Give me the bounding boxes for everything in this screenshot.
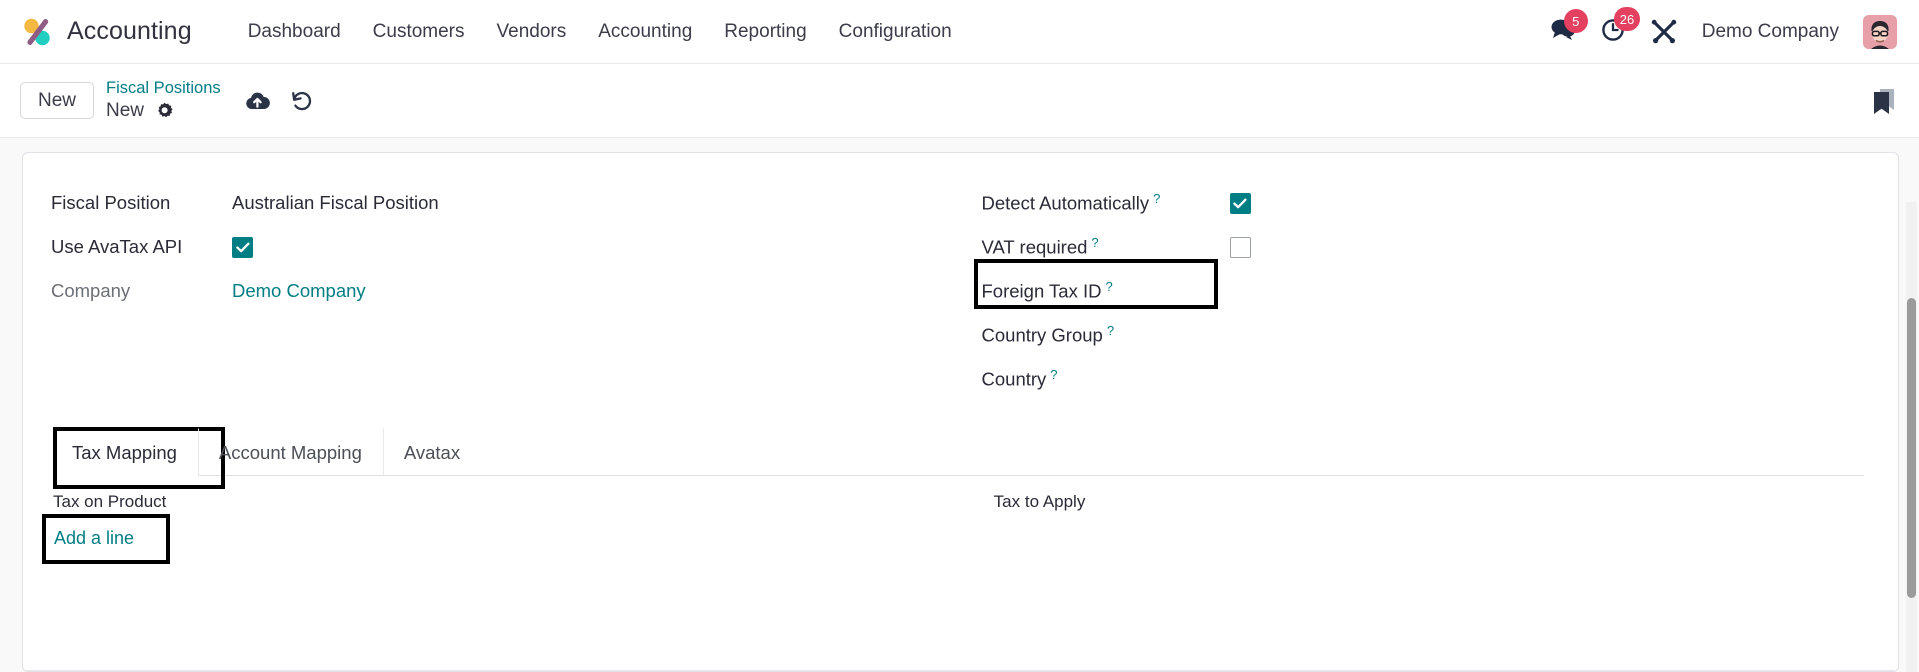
new-button[interactable]: New bbox=[20, 82, 95, 119]
app-name[interactable]: Accounting bbox=[67, 17, 192, 46]
form-column-right: Detect Automatically? VAT required? Fore… bbox=[958, 181, 1865, 401]
column-header-tax-to-apply: Tax to Apply bbox=[993, 492, 1086, 511]
main-menu: Dashboard Customers Vendors Accounting R… bbox=[232, 15, 968, 49]
activities-menu[interactable]: 26 bbox=[1600, 7, 1641, 47]
menu-item-dashboard[interactable]: Dashboard bbox=[232, 15, 357, 49]
tab-account-mapping[interactable]: Account Mapping bbox=[197, 428, 383, 476]
menu-item-vendors[interactable]: Vendors bbox=[481, 15, 583, 49]
tax-mapping-list-header: Tax on Product Tax to Apply bbox=[51, 476, 1864, 522]
tab-tax-mapping[interactable]: Tax Mapping bbox=[51, 427, 225, 489]
detect-automatically-label: Detect Automatically bbox=[981, 192, 1150, 214]
bookmark-icon[interactable] bbox=[1871, 86, 1897, 116]
country-group-label: Country Group bbox=[981, 324, 1103, 346]
menu-item-customers[interactable]: Customers bbox=[357, 15, 481, 49]
form-sheet: Fiscal Position Australian Fiscal Positi… bbox=[22, 152, 1899, 672]
add-a-line-button[interactable]: Add a line bbox=[53, 526, 135, 551]
detect-automatically-tooltip-icon[interactable]: ? bbox=[1153, 191, 1160, 206]
control-panel: New Fiscal Positions New bbox=[0, 64, 1919, 138]
vat-required-checkbox[interactable] bbox=[1229, 236, 1251, 258]
fiscal-position-value-wrap[interactable]: Australian Fiscal Position bbox=[216, 192, 439, 214]
cloud-upload-icon bbox=[245, 92, 270, 109]
country-group-tooltip-icon[interactable]: ? bbox=[1107, 323, 1114, 338]
vat-required-tooltip-icon[interactable]: ? bbox=[1091, 235, 1098, 250]
breadcrumb-current-row: New bbox=[106, 100, 221, 123]
menu-item-configuration[interactable]: Configuration bbox=[823, 15, 968, 49]
country-label-wrap: Country? bbox=[982, 367, 1230, 390]
undo-icon bbox=[291, 91, 311, 111]
menu-item-reporting[interactable]: Reporting bbox=[708, 15, 822, 49]
control-panel-right bbox=[1871, 86, 1897, 116]
field-use-avatax: Use AvaTax API bbox=[51, 225, 958, 269]
company-switcher[interactable]: Demo Company bbox=[1702, 21, 1839, 43]
fiscal-position-label: Fiscal Position bbox=[51, 192, 171, 213]
detect-automatically-checkbox[interactable] bbox=[1229, 192, 1251, 214]
breadcrumb-parent-fiscal-positions[interactable]: Fiscal Positions bbox=[106, 78, 221, 99]
country-label: Country bbox=[981, 368, 1047, 390]
record-actions bbox=[245, 90, 313, 111]
top-navbar: Accounting Dashboard Customers Vendors A… bbox=[0, 0, 1919, 64]
field-company: Company Demo Company bbox=[51, 269, 958, 313]
tab-avatax[interactable]: Avatax bbox=[382, 428, 481, 476]
brand-block: Accounting bbox=[20, 15, 192, 49]
use-avatax-checkbox[interactable] bbox=[232, 236, 253, 258]
vat-required-label: VAT required bbox=[981, 236, 1088, 258]
country-group-label-wrap: Country Group? bbox=[982, 323, 1230, 346]
add-line-row: Add a line bbox=[42, 514, 1864, 564]
menu-item-accounting[interactable]: Accounting bbox=[582, 15, 708, 49]
country-tooltip-icon[interactable]: ? bbox=[1050, 367, 1057, 382]
list-bottom-divider bbox=[23, 670, 1898, 671]
notebook-tabs: Tax Mapping Account Mapping Avatax bbox=[51, 427, 1864, 489]
company-value-wrap: Demo Company bbox=[216, 280, 366, 302]
foreign-tax-id-tooltip-icon[interactable]: ? bbox=[1105, 279, 1112, 294]
fiscal-position-input[interactable]: Australian Fiscal Position bbox=[232, 192, 439, 213]
detect-automatically-label-wrap: Detect Automatically? bbox=[982, 191, 1230, 214]
use-avatax-value-wrap bbox=[216, 236, 253, 258]
gear-icon[interactable] bbox=[155, 102, 174, 121]
vertical-scrollbar[interactable] bbox=[1906, 202, 1917, 672]
foreign-tax-id-label-wrap: Foreign Tax ID? bbox=[982, 279, 1230, 302]
form-view-body: Fiscal Position Australian Fiscal Positi… bbox=[0, 138, 1919, 672]
column-header-tax-on-product: Tax on Product bbox=[53, 492, 167, 511]
field-country-group: Country Group? bbox=[982, 313, 1865, 357]
avatar[interactable] bbox=[1863, 14, 1897, 49]
field-fiscal-position: Fiscal Position Australian Fiscal Positi… bbox=[51, 181, 958, 225]
navbar-right: 5 26 Demo Company bbox=[1550, 7, 1897, 49]
field-foreign-tax-id: Foreign Tax ID? bbox=[973, 259, 1865, 313]
foreign-tax-id-label: Foreign Tax ID bbox=[981, 280, 1102, 302]
save-button[interactable] bbox=[245, 90, 270, 111]
company-value[interactable]: Demo Company bbox=[232, 280, 366, 301]
vat-required-label-wrap: VAT required? bbox=[982, 235, 1230, 258]
field-country: Country? bbox=[982, 357, 1865, 401]
form-columns: Fiscal Position Australian Fiscal Positi… bbox=[51, 181, 1864, 401]
notebook: Tax Mapping Account Mapping Avatax Tax o… bbox=[42, 427, 1864, 564]
crossed-tools-icon[interactable] bbox=[1650, 19, 1678, 45]
breadcrumb-current: New bbox=[106, 99, 145, 121]
discard-button[interactable] bbox=[290, 90, 313, 111]
use-avatax-label: Use AvaTax API bbox=[51, 236, 183, 257]
messages-menu[interactable]: 5 bbox=[1550, 9, 1588, 45]
breadcrumb: Fiscal Positions New bbox=[106, 78, 221, 122]
form-column-left: Fiscal Position Australian Fiscal Positi… bbox=[51, 181, 958, 401]
odoo-logo-icon[interactable] bbox=[20, 15, 54, 49]
scrollbar-thumb[interactable] bbox=[1907, 298, 1916, 598]
field-vat-required: VAT required? bbox=[982, 225, 1865, 269]
messages-count-badge: 5 bbox=[1563, 9, 1588, 33]
field-detect-automatically: Detect Automatically? bbox=[982, 181, 1865, 225]
company-label: Company bbox=[51, 280, 131, 301]
activities-count-badge: 26 bbox=[1613, 7, 1641, 31]
